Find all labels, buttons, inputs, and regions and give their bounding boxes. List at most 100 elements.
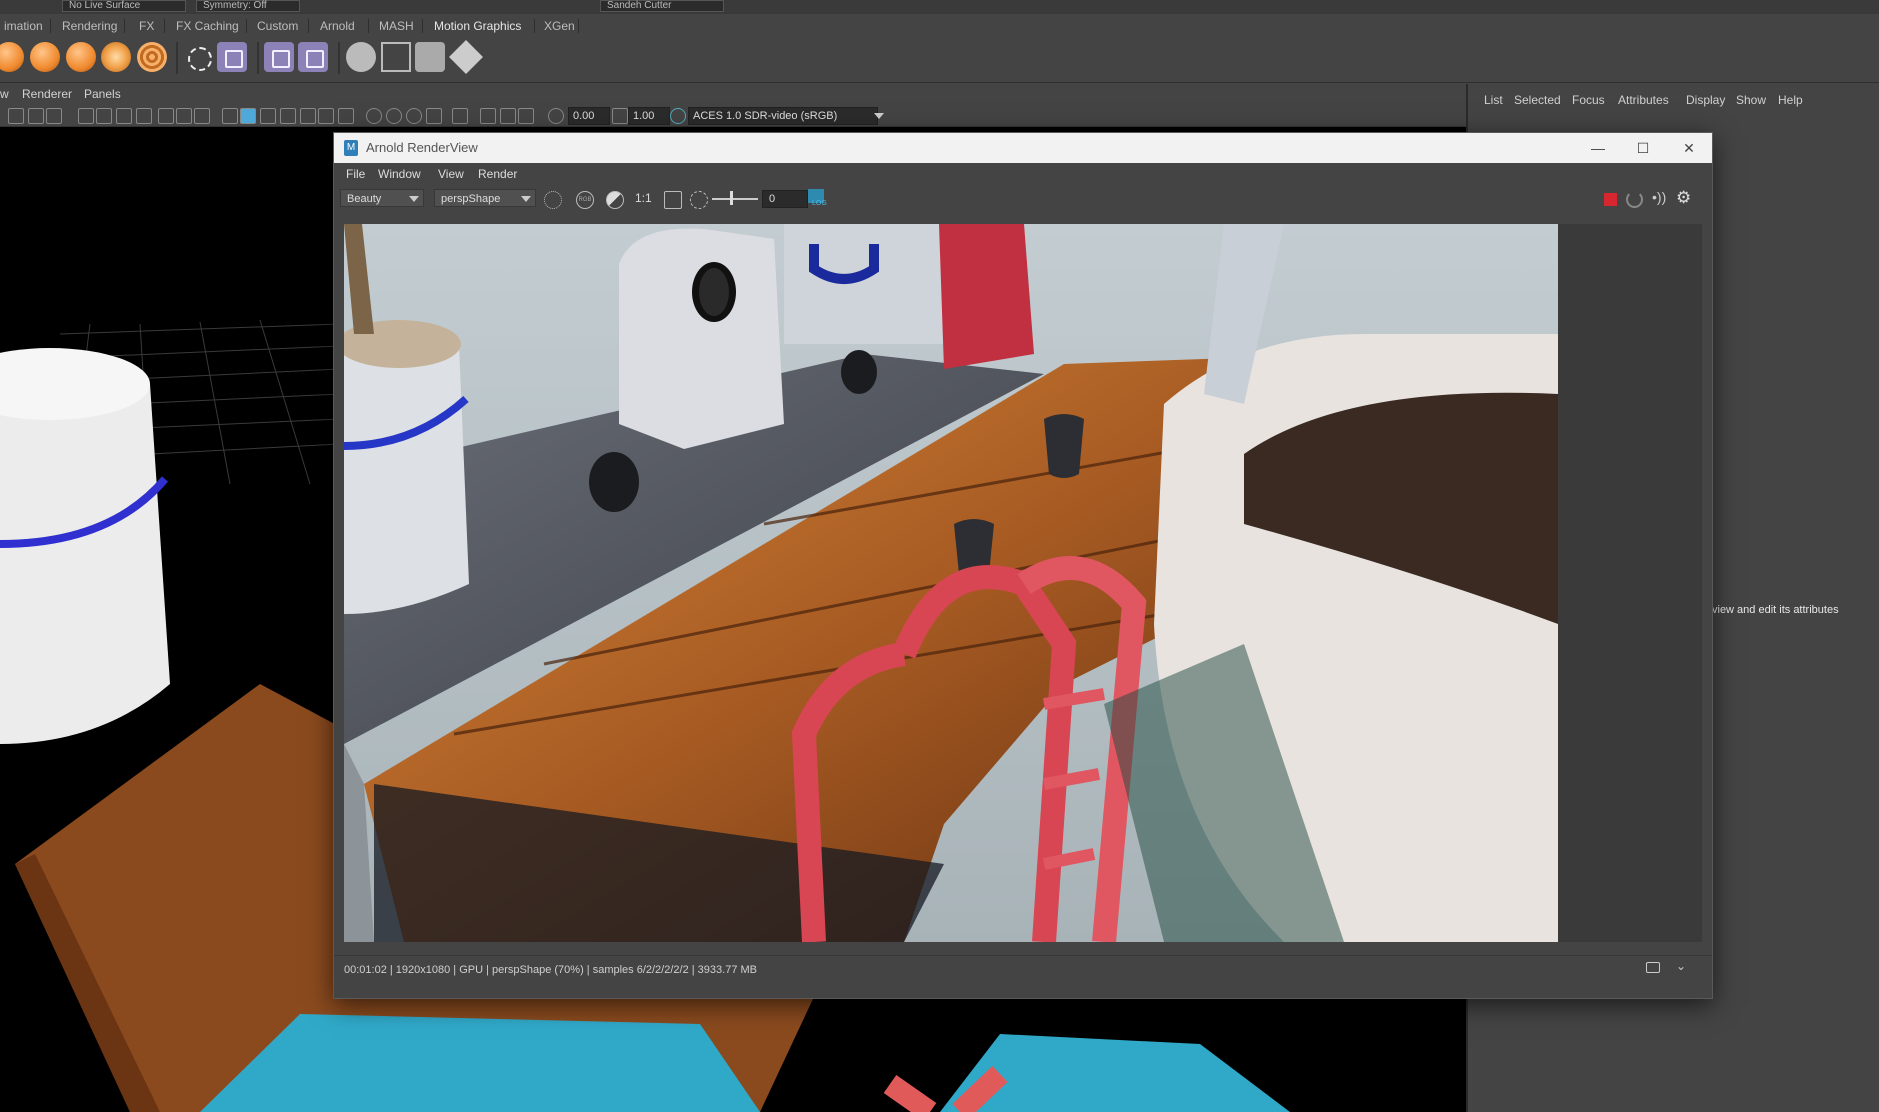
- display-channel-icon[interactable]: [544, 191, 562, 209]
- bookmark-icon[interactable]: [46, 108, 62, 124]
- shelf-render-icon[interactable]: [415, 42, 445, 72]
- exposure-icon[interactable]: [690, 191, 708, 209]
- camera-select-value: perspShape: [441, 193, 501, 205]
- shelf-sphere-icon[interactable]: [0, 42, 24, 72]
- tab-arnold[interactable]: Arnold: [316, 17, 359, 35]
- menu-window[interactable]: Window: [378, 167, 421, 181]
- viewport-menu-view[interactable]: w: [0, 87, 9, 101]
- gamma-input[interactable]: 1.00: [628, 107, 670, 125]
- viewport-toolbar: 0.00 1.00 ACES 1.0 SDR-video (sRGB): [0, 104, 1466, 127]
- tab-divider: [124, 19, 125, 33]
- shelf-snowflake-icon[interactable]: [183, 42, 213, 72]
- ae-menu-focus[interactable]: Focus: [1572, 93, 1605, 107]
- settings-gear-icon[interactable]: ⚙: [1676, 188, 1691, 208]
- aov-select[interactable]: Beauty: [340, 189, 424, 207]
- tab-rendering[interactable]: Rendering: [58, 17, 121, 35]
- tab-fx-caching[interactable]: FX Caching: [172, 17, 243, 35]
- safe-title-icon[interactable]: [194, 108, 210, 124]
- depth-of-field-icon[interactable]: [426, 108, 442, 124]
- wireframe-on-shaded-icon[interactable]: [280, 108, 296, 124]
- shelf-rings-icon[interactable]: [137, 42, 167, 72]
- tab-fx[interactable]: FX: [135, 17, 158, 35]
- field-chart-icon[interactable]: [158, 108, 174, 124]
- snapshot-camera-icon[interactable]: [1646, 962, 1660, 973]
- maximize-icon[interactable]: ☐: [1626, 137, 1660, 159]
- shadows-icon[interactable]: [338, 108, 354, 124]
- refresh-render-icon[interactable]: [1626, 191, 1643, 208]
- shelf-burst-icon[interactable]: [101, 42, 131, 72]
- menu-render[interactable]: Render: [478, 167, 517, 181]
- tab-motion-graphics[interactable]: Motion Graphics: [430, 17, 525, 35]
- xray-components-icon[interactable]: [518, 108, 534, 124]
- film-gate-icon[interactable]: [96, 108, 112, 124]
- ae-menu-show[interactable]: Show: [1736, 93, 1766, 107]
- wireframe-icon[interactable]: [222, 108, 238, 124]
- lighting-icon[interactable]: [318, 108, 334, 124]
- camera-attributes-icon[interactable]: [28, 108, 44, 124]
- close-icon[interactable]: ✕: [1672, 137, 1706, 159]
- tab-mash[interactable]: MASH: [375, 17, 418, 35]
- color-management-icon[interactable]: [670, 108, 686, 124]
- live-surface-field[interactable]: No Live Surface: [62, 0, 186, 12]
- screen-space-ao-icon[interactable]: [366, 108, 382, 124]
- gate-mask-icon[interactable]: [136, 108, 152, 124]
- viewport-menu-renderer[interactable]: Renderer: [22, 87, 72, 101]
- menu-file[interactable]: File: [346, 167, 365, 181]
- default-material-icon[interactable]: [260, 108, 276, 124]
- shelf-light-icon[interactable]: [264, 42, 294, 72]
- tab-animation[interactable]: imation: [0, 17, 47, 35]
- ratio-button[interactable]: 1:1: [635, 191, 652, 205]
- tab-xgen[interactable]: XGen: [540, 17, 579, 35]
- resolution-gate-icon[interactable]: [116, 108, 132, 124]
- xray-joints-icon[interactable]: [500, 108, 516, 124]
- exposure-slider-track[interactable]: [712, 198, 758, 200]
- shelf-shader-ball-icon[interactable]: [346, 42, 376, 72]
- viewport-menubar: w Renderer Panels: [0, 84, 1466, 104]
- fit-frame-icon[interactable]: [664, 191, 682, 209]
- colorspace-select[interactable]: ACES 1.0 SDR-video (sRGB): [688, 107, 878, 125]
- smooth-shade-icon[interactable]: [240, 108, 256, 124]
- renderview-titlebar[interactable]: M Arnold RenderView — ☐ ✕: [334, 133, 1712, 163]
- gamma-icon[interactable]: [612, 108, 628, 124]
- xray-icon[interactable]: [480, 108, 496, 124]
- viewport-menu-panels[interactable]: Panels: [84, 87, 121, 101]
- symmetry-field[interactable]: Symmetry: Off: [196, 0, 300, 12]
- isolate-select-icon[interactable]: [452, 108, 468, 124]
- ipr-icon[interactable]: •)): [1652, 189, 1666, 205]
- select-camera-icon[interactable]: [8, 108, 24, 124]
- shelf-field-icon[interactable]: [66, 42, 96, 72]
- ae-menu-attributes[interactable]: Attributes: [1618, 93, 1669, 107]
- ae-menu-help[interactable]: Help: [1778, 93, 1803, 107]
- shelf-divider: [176, 42, 178, 74]
- chevron-down-icon[interactable]: ⌄: [1676, 959, 1686, 973]
- exposure-icon[interactable]: [548, 108, 564, 124]
- ae-menu-selected[interactable]: Selected: [1514, 93, 1561, 107]
- rendered-image[interactable]: [344, 224, 1558, 942]
- tool-field[interactable]: Sandeh Cutter: [600, 0, 724, 12]
- grid-toggle-icon[interactable]: [78, 108, 94, 124]
- contrast-icon[interactable]: [606, 191, 624, 209]
- camera-select[interactable]: perspShape: [434, 189, 536, 207]
- menu-view[interactable]: View: [438, 167, 464, 181]
- exposure-value-input[interactable]: 0: [762, 190, 808, 208]
- textured-icon[interactable]: [300, 108, 316, 124]
- colorspace-dropdown-icon[interactable]: [872, 108, 886, 122]
- ae-menu-list[interactable]: List: [1484, 93, 1503, 107]
- ae-menu-display[interactable]: Display: [1686, 93, 1725, 107]
- motion-blur-icon[interactable]: [386, 108, 402, 124]
- shelf-emitter-icon[interactable]: [30, 42, 60, 72]
- rgb-channel-icon[interactable]: RGB: [576, 191, 594, 209]
- minimize-icon[interactable]: —: [1581, 137, 1615, 159]
- anti-aliasing-icon[interactable]: [406, 108, 422, 124]
- tab-custom[interactable]: Custom: [253, 17, 302, 35]
- shelf-eraser-icon[interactable]: [449, 40, 483, 74]
- exposure-input[interactable]: 0.00: [568, 107, 610, 125]
- exposure-slider-knob[interactable]: [730, 191, 733, 205]
- tab-divider: [578, 19, 579, 33]
- shelf-texture-icon[interactable]: [381, 42, 411, 72]
- shelf-figure-icon[interactable]: [298, 42, 328, 72]
- safe-action-icon[interactable]: [176, 108, 192, 124]
- arnold-renderview-window: M Arnold RenderView — ☐ ✕ File Window Vi…: [333, 132, 1713, 999]
- stop-render-button[interactable]: [1604, 193, 1617, 206]
- shelf-grid-icon[interactable]: [217, 42, 247, 72]
